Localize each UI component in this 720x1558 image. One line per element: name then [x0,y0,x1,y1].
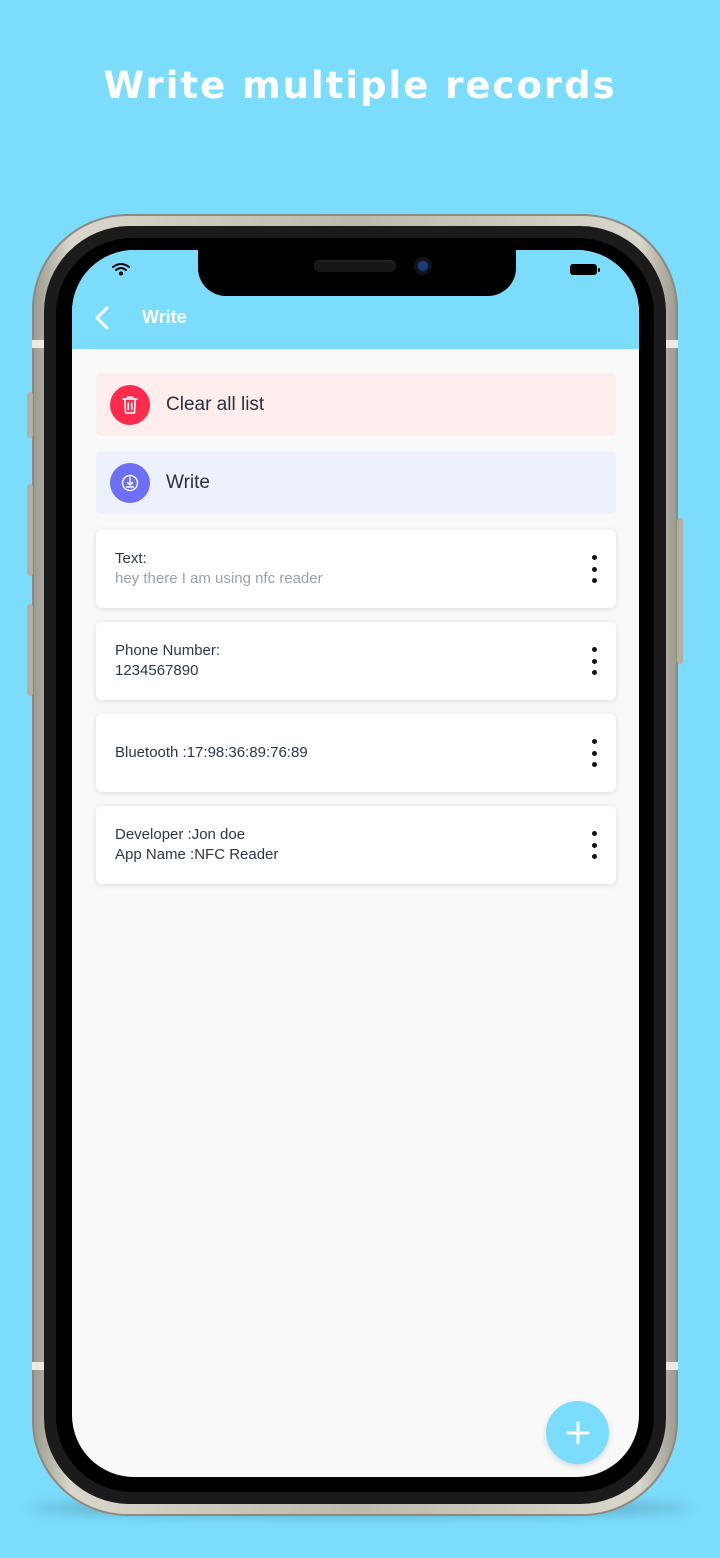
record-type-label: Text: [115,550,147,567]
volume-up-button [27,484,33,576]
trash-icon [122,395,138,414]
record-value: App Name :NFC Reader [115,846,279,863]
nfc-write-icon [121,474,139,491]
clear-all-list-label: Clear all list [166,393,265,415]
notch [198,250,516,296]
more-vertical-icon[interactable] [586,831,602,859]
wifi-icon [112,263,130,276]
record-value: 1234567890 [115,662,199,679]
antenna-band [32,340,44,348]
clear-icon-badge [110,384,150,425]
record-value: hey there I am using nfc reader [115,570,323,587]
phone-screen: Write Clear all list Write Text: hey the… [72,250,639,1477]
write-label: Write [166,471,210,493]
front-camera [414,257,432,275]
antenna-band [32,1362,44,1370]
record-type-label: Phone Number: [115,642,221,659]
record-text-block: Phone Number: 1234567890 [115,641,220,681]
antenna-band [666,340,678,348]
record-card-text[interactable]: Text: hey there I am using nfc reader [96,530,616,608]
record-text-block: Bluetooth :17:98:36:89:76:89 [115,743,308,763]
power-button [677,518,683,664]
add-record-button[interactable] [546,1401,609,1464]
write-icon-badge [110,462,150,503]
more-vertical-icon[interactable] [586,739,602,767]
record-card-bluetooth[interactable]: Bluetooth :17:98:36:89:76:89 [96,714,616,792]
record-value: Bluetooth :17:98:36:89:76:89 [115,744,308,761]
earpiece-speaker [314,260,396,272]
promo-headline: Write multiple records [103,64,617,107]
volume-down-button [27,604,33,696]
more-vertical-icon[interactable] [586,555,602,583]
record-card-phone[interactable]: Phone Number: 1234567890 [96,622,616,700]
more-vertical-icon[interactable] [586,647,602,675]
battery-icon [570,264,600,275]
record-text-block: Text: hey there I am using nfc reader [115,549,323,589]
write-button[interactable]: Write [96,451,616,514]
record-text-block: Developer :Jon doe App Name :NFC Reader [115,825,278,865]
record-value: Developer :Jon doe [115,826,246,843]
plus-icon [566,1421,589,1444]
antenna-band [666,1362,678,1370]
page-title: Write [142,307,187,327]
record-card-app-info[interactable]: Developer :Jon doe App Name :NFC Reader [96,806,616,884]
clear-all-list-button[interactable]: Clear all list [96,373,616,436]
silent-switch [27,392,33,438]
back-chevron-icon[interactable] [94,306,110,330]
